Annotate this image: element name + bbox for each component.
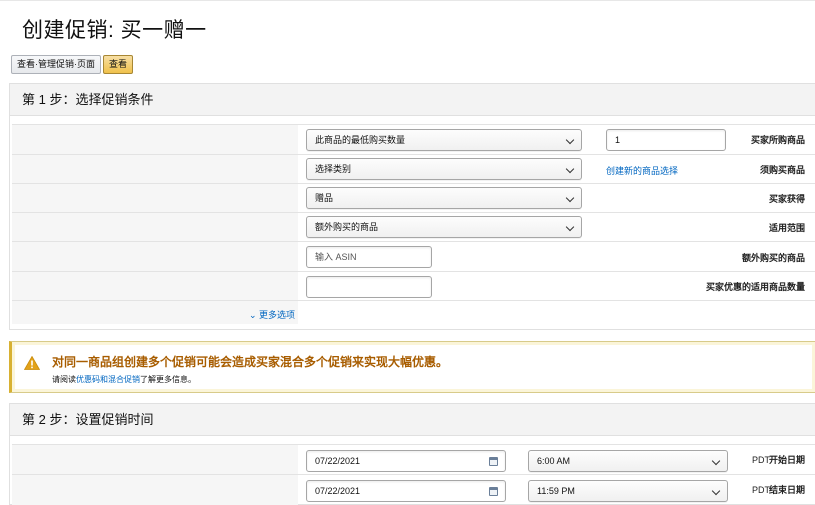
discount-quantity-input[interactable] [306, 276, 432, 298]
row-applies-to: 适用范围 额外购买的商品 [12, 212, 815, 241]
end-timezone: PDT [752, 485, 770, 495]
row-discount-quantity: 买家优惠的适用商品数量 [12, 271, 815, 300]
asin-input[interactable]: 输入 ASIN [306, 246, 432, 268]
start-timezone: PDT [752, 455, 770, 465]
chevron-down-icon [711, 486, 721, 496]
applies-to-select[interactable]: 额外购买的商品 [306, 216, 582, 238]
end-date-label: 结束日期 [768, 485, 805, 495]
step2-header: 第 2 步：设置促销时间 [9, 403, 815, 436]
warning-title: 对同一商品组创建多个促销可能会造成买家混合多个促销来实现大幅优惠。 [52, 355, 449, 369]
buyer-buys-quantity-input[interactable]: 1 [606, 129, 726, 151]
end-date-input[interactable]: 07/22/2021 [306, 480, 506, 502]
step1-header: 第 1 步：选择促销条件 [9, 83, 815, 116]
warning-icon [24, 356, 40, 370]
buyer-buys-label: 买家所购商品 [750, 135, 805, 145]
multiple-promotions-warning: 对同一商品组创建多个促销可能会造成买家混合多个促销来实现大幅优惠。 请阅读优惠码… [9, 341, 815, 393]
calendar-icon[interactable] [489, 457, 498, 466]
chevron-down-icon [565, 164, 575, 174]
chevron-down-icon [565, 193, 575, 203]
row-buyer-gets: 买家获得 赠品 [12, 183, 815, 212]
required-items-label: 须购买商品 [759, 165, 805, 175]
more-options-link[interactable]: ⌄ 更多选项 [249, 308, 295, 321]
extra-item-label: 额外购买的商品 [741, 253, 805, 263]
chevron-down-icon [565, 135, 575, 145]
step2-title: 第 2 步：设置促销时间 [22, 412, 154, 427]
required-items-select[interactable]: 选择类别 [306, 158, 582, 180]
chevron-down-icon [565, 222, 575, 232]
calendar-icon[interactable] [489, 487, 498, 496]
row-extra-item: 额外购买的商品 输入 ASIN [12, 241, 815, 271]
applies-to-label: 适用范围 [768, 223, 805, 233]
row-more-options: ⌄ 更多选项 [12, 300, 815, 324]
end-time-select[interactable]: 11:59 PM [528, 480, 728, 502]
create-product-selection-link[interactable]: 创建新的商品选择 [606, 164, 678, 177]
row-buyer-buys: 买家所购商品 此商品的最低购买数量 1 [12, 124, 815, 154]
manage-promotions-button[interactable]: 查看·管理促销·页面 [11, 55, 101, 74]
buyer-gets-select[interactable]: 赠品 [306, 187, 582, 209]
row-end-date: 结束日期 07/22/2021 11:59 PM PDT [12, 474, 815, 505]
start-date-label: 开始日期 [768, 455, 805, 465]
row-start-date: 开始日期 07/22/2021 6:00 AM PDT [12, 444, 815, 474]
page-title: 创建促销: 买一赠一 [22, 19, 207, 42]
buyer-buys-select[interactable]: 此商品的最低购买数量 [306, 129, 582, 151]
step1-title: 第 1 步：选择促销条件 [22, 92, 154, 107]
coupons-promotions-link[interactable]: 优惠码和混合促销 [76, 375, 140, 384]
warning-description: 请阅读优惠码和混合促销了解更多信息。 [52, 375, 196, 384]
chevron-down-icon: ⌄ [248, 310, 259, 320]
discount-quantity-label: 买家优惠的适用商品数量 [705, 282, 805, 292]
start-time-select[interactable]: 6:00 AM [528, 450, 728, 472]
view-button[interactable]: 查看 [103, 55, 134, 74]
row-required-items: 须购买商品 选择类别 创建新的商品选择 [12, 154, 815, 183]
buyer-gets-label: 买家获得 [768, 194, 805, 204]
top-divider [0, 0, 815, 4]
start-date-input[interactable]: 07/22/2021 [306, 450, 506, 472]
chevron-down-icon [711, 456, 721, 466]
